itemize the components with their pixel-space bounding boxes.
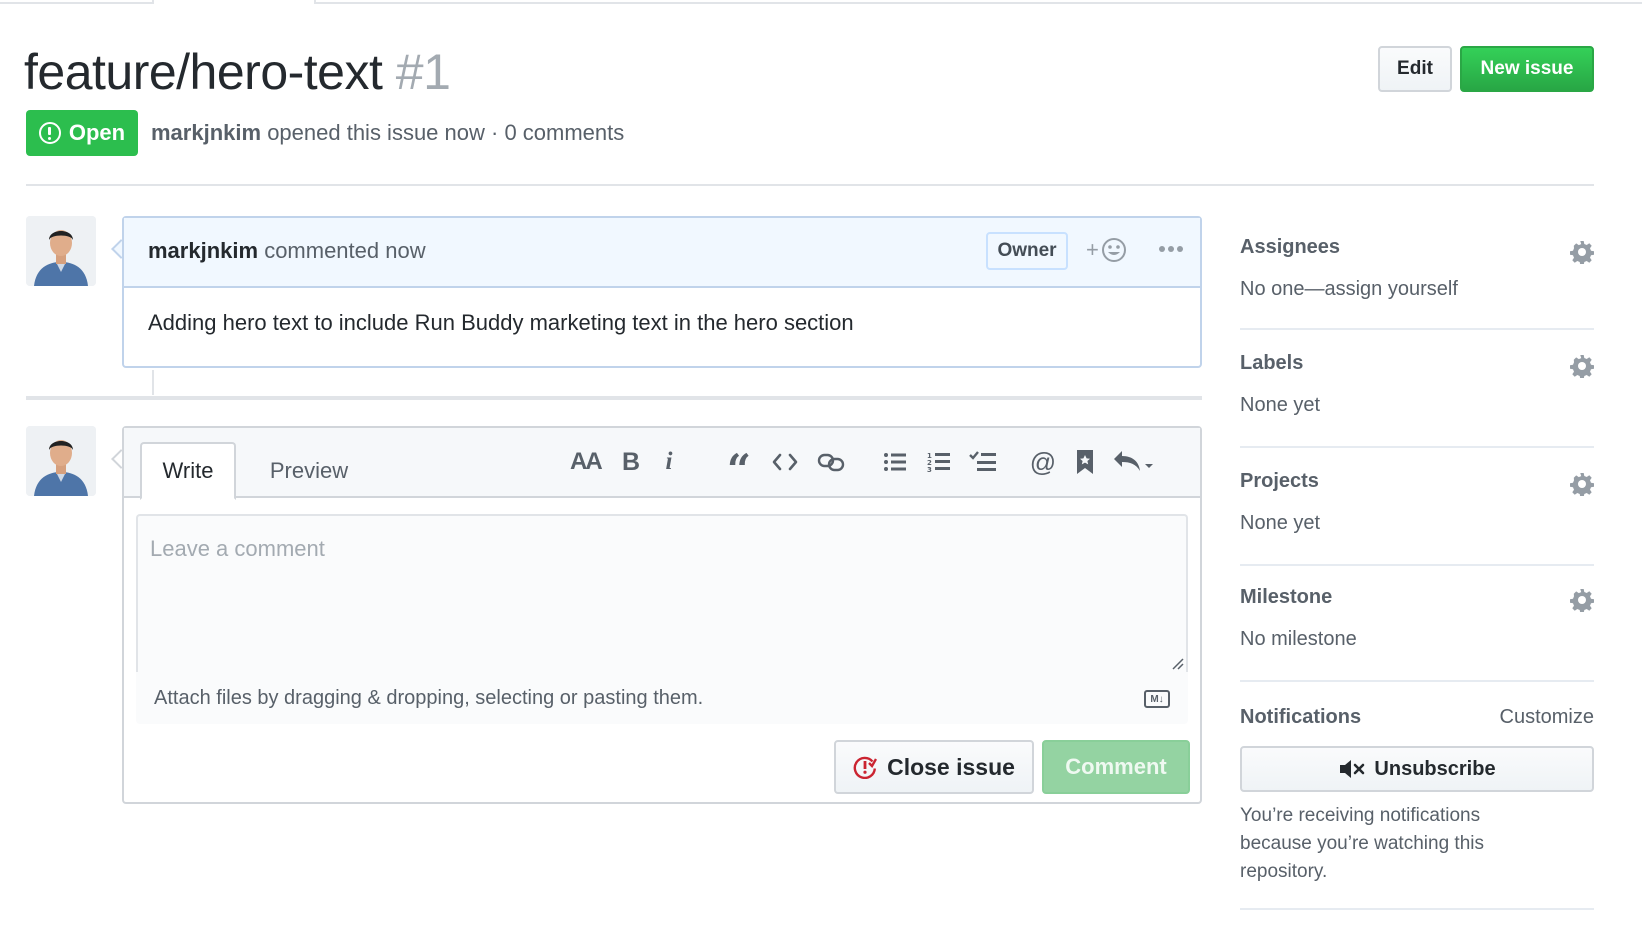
italic-icon[interactable]: i [654, 444, 684, 480]
issue-meta: markjnkim opened this issue now · 0 comm… [151, 118, 624, 148]
assignees-title[interactable]: Assignees [1240, 236, 1340, 259]
gear-icon[interactable] [1570, 240, 1594, 264]
issue-meta-text: opened this issue now · 0 comments [267, 120, 625, 145]
labels-value: None yet [1240, 394, 1321, 416]
comment-textarea[interactable]: Leave a comment [136, 514, 1188, 674]
markdown-icon[interactable]: M↓ [1144, 690, 1170, 708]
issue-number: #1 [395, 44, 451, 100]
owner-badge: Owner [986, 232, 1068, 270]
unsubscribe-button[interactable]: Unsubscribe [1240, 746, 1594, 792]
projects-value: None yet [1240, 512, 1321, 534]
issue-author-link[interactable]: markjnkim [151, 120, 261, 145]
comment-form-tabs: Write Preview AA B i “ 123 @ [124, 428, 1200, 500]
bold-icon[interactable]: B [616, 444, 646, 480]
avatar-image [26, 426, 96, 496]
tab-preview[interactable]: Preview [242, 442, 376, 500]
issue-state-label: Open [68, 120, 126, 145]
customize-link[interactable]: Customize [1500, 706, 1594, 729]
milestone-title[interactable]: Milestone [1240, 586, 1332, 609]
quote-icon[interactable]: “ [724, 444, 754, 494]
comment-header: markjnkim commented now Owner + [124, 218, 1200, 288]
avatar[interactable] [26, 216, 96, 286]
comment-action-text: commented now [264, 238, 426, 263]
top-tab-active [152, 0, 316, 4]
link-icon[interactable] [816, 444, 846, 480]
gear-icon[interactable] [1570, 472, 1594, 496]
close-issue-button[interactable]: Close issue [834, 740, 1034, 794]
numbered-list-icon[interactable]: 123 [924, 444, 954, 480]
gear-icon[interactable] [1570, 354, 1594, 378]
smiley-icon [1101, 238, 1126, 262]
bullet-list-icon[interactable] [880, 444, 910, 480]
issue-state-badge: Open [26, 110, 138, 156]
avatar-image [26, 216, 96, 286]
issue-opened-icon [38, 122, 61, 144]
sidebar-labels: Labels None yet [1240, 330, 1594, 448]
projects-title[interactable]: Projects [1240, 470, 1319, 493]
reply-icon[interactable] [1112, 444, 1156, 480]
task-list-icon[interactable] [968, 444, 998, 480]
sidebar-milestone: Milestone No milestone [1240, 566, 1594, 682]
new-issue-button[interactable]: New issue [1460, 46, 1594, 92]
file-attach-dropzone[interactable]: Attach files by dragging & dropping, sel… [136, 672, 1188, 724]
mention-icon[interactable]: @ [1028, 444, 1058, 480]
resize-handle-icon[interactable] [1170, 656, 1184, 670]
sidebar-notifications: Notifications Customize Unsubscribe You’… [1240, 682, 1594, 910]
issue-comment: markjnkim commented now Owner + Adding h… [122, 216, 1202, 368]
code-icon[interactable] [770, 444, 800, 480]
tab-write[interactable]: Write [140, 442, 236, 500]
avatar[interactable] [26, 426, 96, 496]
comment-options-button[interactable] [1154, 232, 1188, 266]
assignees-value[interactable]: No one—assign yourself [1240, 278, 1458, 301]
close-issue-label: Close issue [887, 753, 1015, 780]
timeline-line [152, 370, 154, 395]
timeline-end-divider [26, 396, 1202, 400]
svg-text:3: 3 [927, 466, 932, 474]
mute-icon [1340, 760, 1365, 778]
issue-title: feature/hero-text #1 [24, 38, 451, 106]
gear-icon[interactable] [1570, 588, 1594, 612]
attach-text: Attach files by dragging & dropping, sel… [154, 686, 704, 709]
milestone-value: No milestone [1240, 628, 1357, 650]
kebab-horizontal-icon [1159, 246, 1183, 252]
header-divider [26, 184, 1594, 186]
sidebar-assignees: Assignees No one—assign yourself [1240, 216, 1594, 330]
labels-title[interactable]: Labels [1240, 352, 1303, 375]
issue-title-text: feature/hero-text [24, 44, 383, 100]
comment-author-link[interactable]: markjnkim [148, 238, 258, 263]
sidebar-projects: Projects None yet [1240, 448, 1594, 566]
notifications-title: Notifications [1240, 706, 1362, 728]
add-reaction-button[interactable]: + [1086, 234, 1136, 266]
saved-reply-icon[interactable] [1070, 444, 1100, 480]
comment-author-line: markjnkim commented now [148, 238, 426, 264]
comment-submit-button[interactable]: Comment [1042, 740, 1190, 794]
edit-button[interactable]: Edit [1378, 46, 1452, 92]
unsubscribe-label: Unsubscribe [1374, 757, 1496, 780]
comment-body: Adding hero text to include Run Buddy ma… [148, 310, 854, 335]
notifications-info: You’re receiving notifications because y… [1240, 805, 1484, 882]
issue-closed-icon [853, 756, 878, 779]
heading-icon[interactable]: AA [570, 444, 603, 480]
plus-label: + [1086, 237, 1099, 262]
new-comment-form: Write Preview AA B i “ 123 @ Leave a com… [122, 426, 1202, 804]
